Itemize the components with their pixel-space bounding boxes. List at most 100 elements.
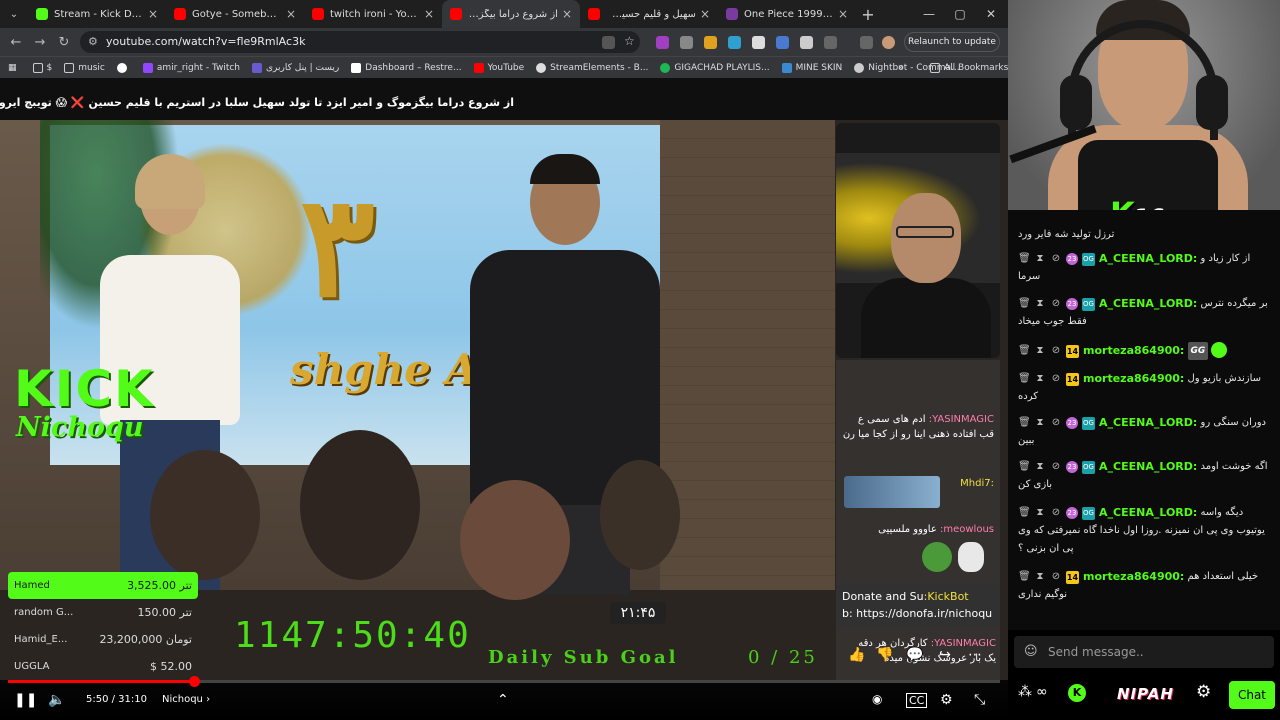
profile-avatar[interactable] [882, 36, 895, 49]
comment-icon[interactable]: 💬 [906, 647, 924, 665]
ban-icon[interactable]: ⊘ [1050, 458, 1062, 476]
extension-icon[interactable] [728, 36, 741, 49]
chat-input[interactable]: ☺ Send message.. [1014, 636, 1274, 668]
close-tab-icon[interactable]: × [838, 7, 848, 21]
tab-soheil[interactable]: سهیل و قلیم حسین کینگ × [580, 0, 718, 28]
new-tab-button[interactable]: + [856, 5, 880, 24]
bookmark-folder-dollar[interactable]: $ [32, 62, 52, 73]
tab-active-video[interactable]: از شروع دراما بیگزموگ × [442, 0, 580, 28]
close-tab-icon[interactable]: × [700, 7, 710, 21]
timeout-icon[interactable]: ⧗ [1034, 370, 1046, 388]
tab-kick-dashboard[interactable]: Stream - Kick Dashboard × [28, 0, 166, 28]
chat-send-button[interactable]: Chat [1229, 681, 1275, 709]
bookmark-github[interactable] [116, 62, 131, 73]
delete-icon[interactable]: 🗑 [1018, 414, 1031, 432]
bookmark-star-icon[interactable]: ☆ [624, 34, 637, 48]
extension-icon[interactable] [776, 36, 789, 49]
timeout-icon[interactable]: ⧗ [1034, 504, 1046, 522]
extension-icon[interactable] [800, 36, 813, 49]
more-options-icon[interactable]: ⋯ [966, 647, 984, 665]
close-tab-icon[interactable]: × [562, 7, 572, 21]
bookmark-folder-music[interactable]: music [64, 62, 105, 73]
ban-icon[interactable]: ⊘ [1050, 295, 1062, 313]
folder-icon [32, 62, 43, 73]
tab-search-icon[interactable]: ⌄ [0, 0, 28, 28]
extensions-icon[interactable]: ⁂ [1018, 684, 1032, 700]
bookmark-gigachad[interactable]: GIGACHAD PLAYLIS... [660, 62, 770, 73]
like-icon[interactable]: 👍 [848, 647, 866, 665]
extension-icon[interactable] [704, 36, 717, 49]
video-player[interactable]: ٣ shghe Abad YASINMAGIC: ادم های سمی ع ق… [0, 120, 1008, 680]
cast-icon[interactable] [602, 36, 615, 49]
share-icon[interactable]: ↪ [936, 647, 954, 665]
timeout-icon[interactable]: ⧗ [1034, 342, 1046, 360]
delete-icon[interactable]: 🗑 [1018, 295, 1031, 313]
infinity-icon[interactable]: ∞ [1036, 684, 1048, 700]
ban-icon[interactable]: ⊘ [1050, 342, 1062, 360]
bookmark-twitch[interactable]: amir_right - Twitch [142, 62, 240, 73]
bookmark-restream[interactable]: Dashboard – Restre... [351, 62, 462, 73]
delete-icon[interactable]: 🗑 [1018, 458, 1031, 476]
autoplay-toggle[interactable]: ◉ [872, 692, 882, 706]
forward-icon[interactable]: → [28, 30, 52, 54]
settings-icon[interactable]: ⚙ [1196, 682, 1211, 702]
delete-icon[interactable]: 🗑 [1018, 250, 1031, 268]
dislike-icon[interactable]: 👎 [876, 647, 894, 665]
close-tab-icon[interactable]: × [424, 7, 434, 21]
fullscreen-exit-icon[interactable]: ⤡ [974, 692, 985, 708]
back-icon[interactable]: ← [4, 30, 28, 54]
emote-picker-icon[interactable]: ☺ [1024, 636, 1038, 668]
extensions-puzzle-icon[interactable] [824, 36, 837, 49]
minimize-icon[interactable]: — [914, 0, 944, 28]
extension-icon[interactable] [656, 36, 669, 49]
all-bookmarks[interactable]: All Bookmarks [930, 62, 1008, 73]
ban-icon[interactable]: ⊘ [1050, 414, 1062, 432]
bookmarks-overflow-icon[interactable]: » [898, 63, 904, 73]
address-bar[interactable]: ⚙ youtube.com/watch?v=fle9RmlAc3k [80, 31, 640, 53]
close-tab-icon[interactable]: × [148, 7, 158, 21]
close-tab-icon[interactable]: × [286, 7, 296, 21]
reading-list-icon[interactable] [860, 36, 873, 49]
ban-icon[interactable]: ⊘ [1050, 504, 1062, 522]
ban-icon[interactable]: ⊘ [1050, 250, 1062, 268]
tab-twitch-ironi[interactable]: twitch ironi - YouTube × [304, 0, 442, 28]
captions-icon[interactable]: CC [906, 693, 928, 708]
chevron-up-icon[interactable]: ⌃ [497, 692, 509, 708]
settings-icon[interactable]: ⚙ [940, 692, 953, 708]
timeout-icon[interactable]: ⧗ [1034, 414, 1046, 432]
timeout-icon[interactable]: ⧗ [1034, 295, 1046, 313]
extension-icon[interactable] [680, 36, 693, 49]
donation-leaderboard: Hamed 3,525.00 تتر random G... 150.00 تت… [8, 572, 198, 680]
progress-scrubber[interactable] [188, 676, 200, 687]
tab-one-piece[interactable]: One Piece 1999 | One Pie × [718, 0, 856, 28]
delete-icon[interactable]: 🗑 [1018, 370, 1031, 388]
timeout-icon[interactable]: ⧗ [1034, 568, 1046, 586]
reload-icon[interactable]: ↻ [52, 30, 76, 54]
pause-icon[interactable]: ❚❚ [14, 692, 37, 708]
bookmark-rist[interactable]: ریست | پنل کاربری [252, 62, 339, 73]
apps-icon[interactable]: ▦ [8, 63, 17, 73]
bookmark-streamelements[interactable]: StreamElements - B... [536, 62, 648, 73]
ban-icon[interactable]: ⊘ [1050, 568, 1062, 586]
bookmark-mine-skin[interactable]: MINE SKIN [781, 62, 842, 73]
tab-gotye[interactable]: Gotye - Somebody That I × [166, 0, 304, 28]
progress-bar[interactable] [8, 676, 1000, 687]
kick-logo-icon[interactable]: K [1068, 684, 1086, 702]
bookmark-youtube[interactable]: YouTube [473, 62, 524, 73]
timeout-icon[interactable]: ⧗ [1034, 458, 1046, 476]
close-window-icon[interactable]: ✕ [976, 0, 1006, 28]
chapter-button[interactable]: Nichoqu › [162, 694, 210, 705]
site-info-icon[interactable]: ⚙ [88, 31, 98, 53]
ban-icon[interactable]: ⊘ [1050, 370, 1062, 388]
extension-icon[interactable] [752, 36, 765, 49]
volume-icon[interactable]: 🔈 [48, 692, 65, 708]
nipah-extension[interactable]: NIPAH [1117, 685, 1174, 703]
folder-icon [64, 62, 75, 73]
timeout-icon[interactable]: ⧗ [1034, 250, 1046, 268]
delete-icon[interactable]: 🗑 [1018, 504, 1031, 522]
delete-icon[interactable]: 🗑 [1018, 568, 1031, 586]
maximize-icon[interactable]: ▢ [945, 0, 975, 28]
delete-icon[interactable]: 🗑 [1018, 342, 1031, 360]
chat-message: 🗑 ⧗ ⊘ 14 morteza864900: GG [1018, 342, 1276, 360]
relaunch-button[interactable]: Relaunch to update [904, 32, 1000, 52]
